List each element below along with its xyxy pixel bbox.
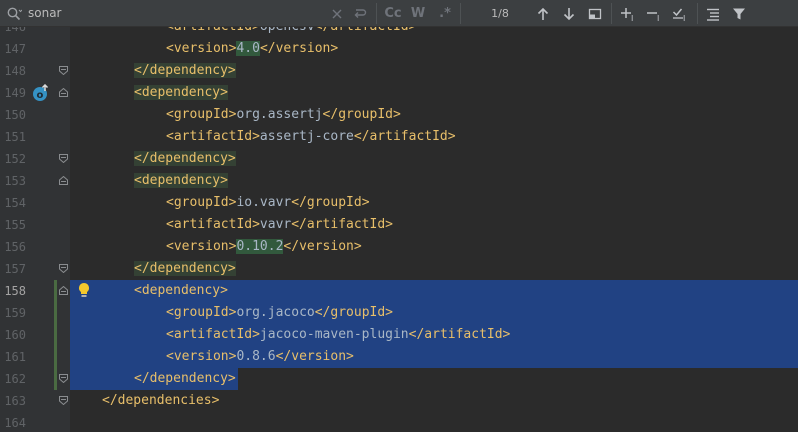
separator — [611, 3, 612, 24]
arrow-up-icon[interactable] — [533, 0, 553, 27]
line-number: 153 — [4, 174, 26, 188]
code-text: <version>0.10.2</version> — [166, 239, 362, 254]
code-text: <groupId>io.vavr</groupId> — [166, 195, 370, 210]
code-line[interactable]: 161 <version>0.8.6</version> — [0, 346, 798, 368]
code-line[interactable]: 164 — [0, 412, 798, 432]
select-occurrences-icon[interactable] — [585, 0, 605, 27]
line-number: 157 — [4, 262, 26, 276]
code-line[interactable]: 151 <artifactId>assertj-core</artifactId… — [0, 126, 798, 148]
search-input[interactable]: sonar — [28, 0, 62, 27]
code-text: </dependency> — [134, 261, 236, 276]
in-selection-icon[interactable] — [703, 0, 723, 27]
line-number: 161 — [4, 350, 26, 364]
separator — [376, 3, 377, 24]
filter-icon[interactable] — [729, 0, 749, 27]
separator — [460, 3, 461, 24]
search-icon[interactable] — [4, 0, 24, 27]
code-text: </dependencies> — [102, 393, 220, 408]
code-line[interactable]: 150 <groupId>org.assertj</groupId> — [0, 104, 798, 126]
code-text: <dependency> — [134, 85, 228, 100]
line-number: 150 — [4, 108, 26, 122]
code-line[interactable]: 157 </dependency> — [0, 258, 798, 280]
code-text: <dependency> — [134, 283, 228, 298]
match-count: 1/8 — [491, 7, 509, 20]
svg-text:I: I — [631, 14, 633, 22]
fold-end-icon[interactable] — [59, 396, 68, 405]
code-line[interactable]: 149 o <dependency> — [0, 82, 798, 104]
line-number: 146 — [4, 27, 26, 34]
svg-text:I: I — [683, 14, 685, 22]
line-number: 163 — [4, 394, 26, 408]
code-line[interactable]: 156 <version>0.10.2</version> — [0, 236, 798, 258]
line-number: 155 — [4, 218, 26, 232]
find-bar: sonar Cc W .* 1/8 I I I — [0, 0, 798, 27]
line-number: 149 — [4, 86, 26, 100]
clear-icon[interactable] — [328, 0, 346, 27]
code-text: <groupId>org.assertj</groupId> — [166, 107, 401, 122]
code-line[interactable]: 155 <artifactId>vavr</artifactId> — [0, 214, 798, 236]
code-line[interactable]: 153 <dependency> — [0, 170, 798, 192]
fold-start-icon[interactable] — [59, 176, 68, 185]
fold-end-icon[interactable] — [59, 66, 68, 75]
code-text: </dependency> — [134, 63, 236, 78]
line-number: 151 — [4, 130, 26, 144]
arrow-down-icon[interactable] — [559, 0, 579, 27]
line-number: 152 — [4, 152, 26, 166]
fold-start-icon[interactable] — [59, 286, 68, 295]
fold-end-icon[interactable] — [59, 374, 68, 383]
code-text: <dependency> — [134, 173, 228, 188]
line-number: 164 — [4, 416, 26, 430]
add-selection-icon[interactable]: I — [618, 0, 640, 27]
override-icon[interactable]: o — [32, 83, 50, 102]
fold-start-icon[interactable] — [59, 88, 68, 97]
code-text: <artifactId>assertj-core</artifactId> — [166, 129, 456, 144]
replace-icon[interactable] — [350, 0, 370, 27]
match-case-button[interactable]: Cc — [382, 0, 404, 27]
fold-end-icon[interactable] — [59, 154, 68, 163]
code-text: <artifactId>jacoco-maven-plugin</artifac… — [166, 327, 511, 342]
code-text: <version>0.8.6</version> — [166, 349, 354, 364]
code-line[interactable]: 158 <dependency> — [0, 280, 798, 302]
line-number: 158 — [4, 284, 26, 298]
toggle-selection-icon[interactable]: I — [670, 0, 692, 27]
code-text: <artifactId>vavr</artifactId> — [166, 217, 393, 232]
remove-selection-icon[interactable]: I — [644, 0, 666, 27]
bulb-icon[interactable] — [77, 282, 91, 299]
code-line[interactable]: 160 <artifactId>jacoco-maven-plugin</art… — [0, 324, 798, 346]
code-line[interactable]: 152 </dependency> — [0, 148, 798, 170]
code-text: <groupId>org.jacoco</groupId> — [166, 305, 394, 320]
code-text: </dependency> — [134, 151, 236, 166]
code-line[interactable]: 163 </dependencies> — [0, 390, 798, 412]
code-text: <version>4.0</version> — [166, 41, 339, 56]
line-number: 162 — [4, 372, 26, 386]
line-number: 148 — [4, 64, 26, 78]
code-text: <artifactId>opencsv</artifactId> — [166, 27, 416, 38]
line-number: 156 — [4, 240, 26, 254]
whole-words-button[interactable]: W — [408, 0, 428, 27]
code-text: </dependency> — [134, 371, 236, 386]
line-number: 159 — [4, 306, 26, 320]
code-line[interactable]: 162 </dependency> — [0, 368, 798, 390]
code-line[interactable]: 147 <version>4.0</version> — [0, 38, 798, 60]
code-line[interactable]: 154 <groupId>io.vavr</groupId> — [0, 192, 798, 214]
code-editor[interactable]: 146 <artifactId>opencsv</artifactId> 147… — [0, 27, 798, 432]
svg-text:o: o — [37, 90, 44, 101]
line-number: 154 — [4, 196, 26, 210]
regex-button[interactable]: .* — [434, 0, 456, 27]
code-line[interactable]: 148 </dependency> — [0, 60, 798, 82]
code-line[interactable]: 159 <groupId>org.jacoco</groupId> — [0, 302, 798, 324]
code-line[interactable]: 146 <artifactId>opencsv</artifactId> — [0, 27, 798, 38]
line-number: 147 — [4, 42, 26, 56]
fold-end-icon[interactable] — [59, 264, 68, 273]
svg-text:I: I — [657, 14, 659, 22]
separator — [697, 3, 698, 24]
line-number: 160 — [4, 328, 26, 342]
